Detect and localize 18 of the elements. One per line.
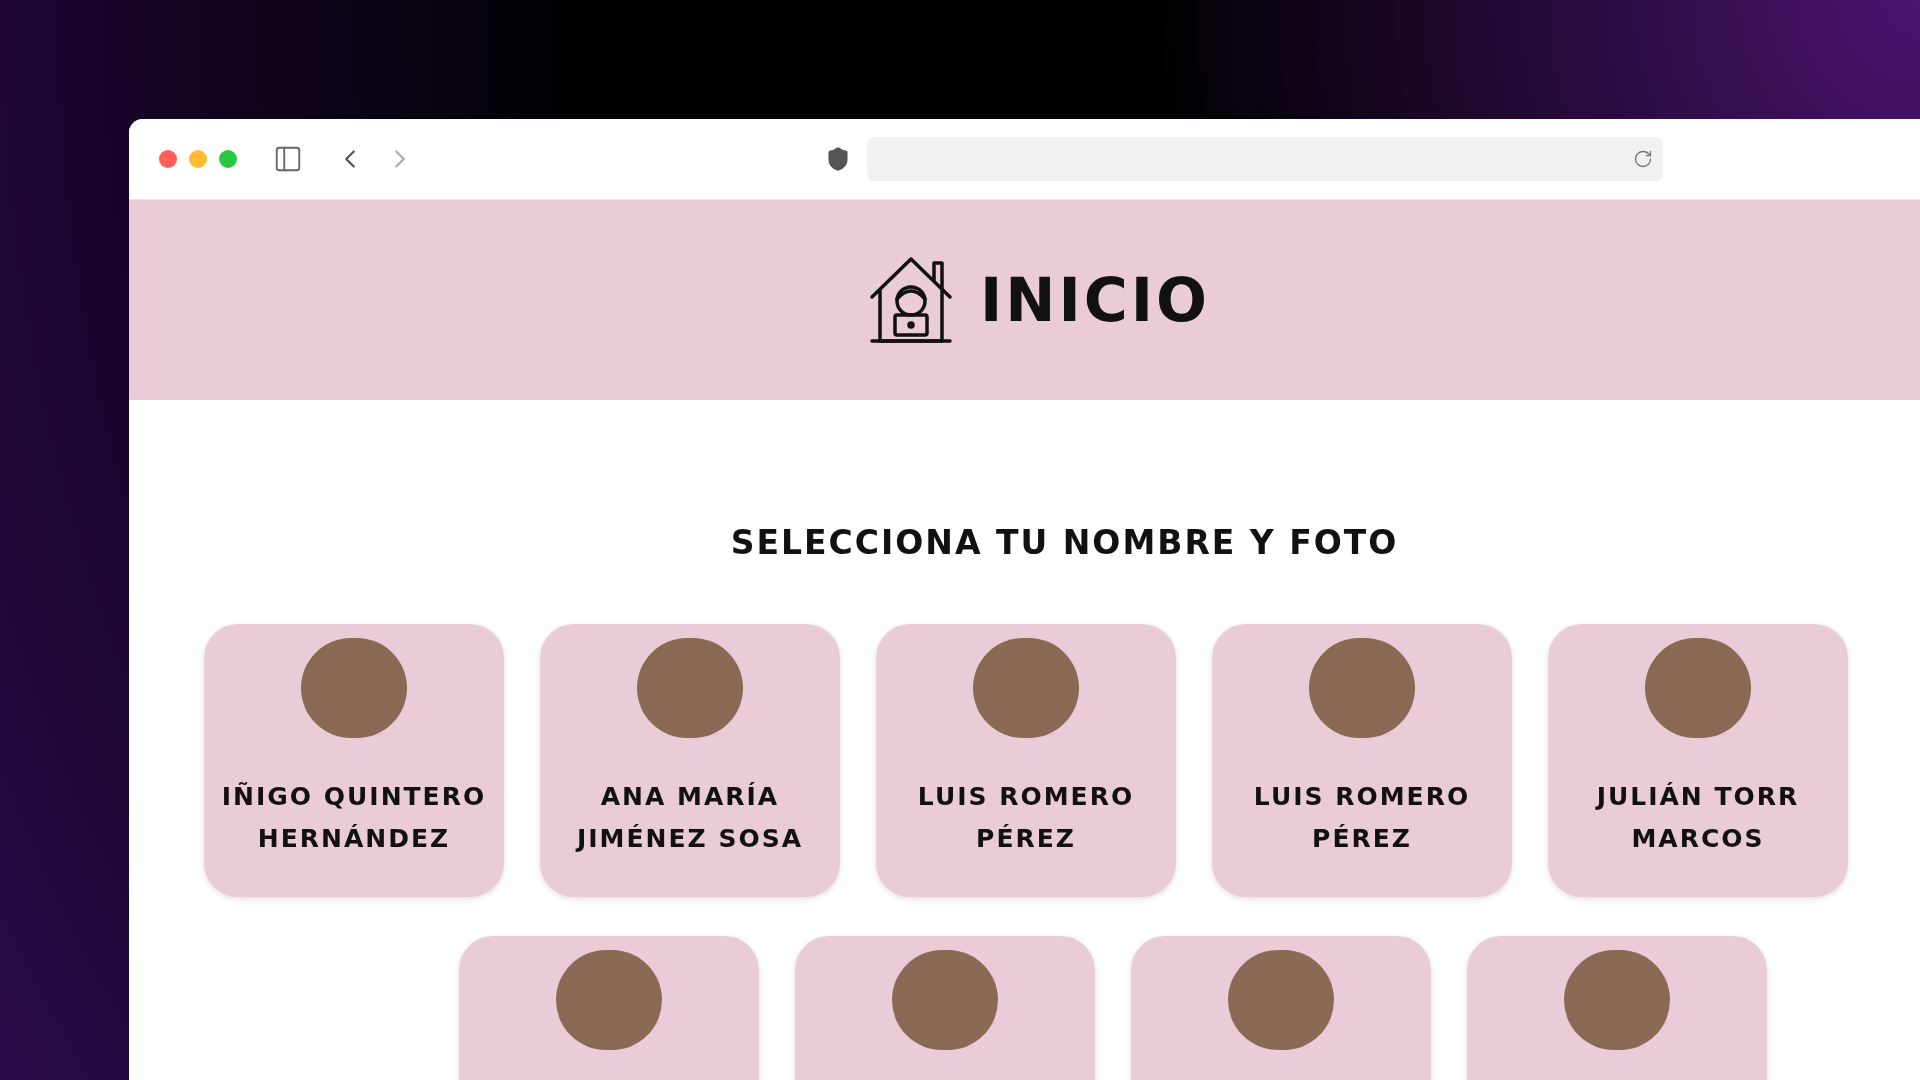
sidebar-toggle-icon[interactable] bbox=[273, 144, 303, 174]
student-name: LUIS ROMERO PÉREZ bbox=[1253, 780, 1471, 855]
minimize-window-button[interactable] bbox=[189, 150, 207, 168]
student-card[interactable]: LUIS ROMERO PÉREZ bbox=[876, 623, 1176, 897]
student-name: ANA MARÍA JIMÉNEZ SOSA bbox=[577, 780, 803, 855]
close-window-button[interactable] bbox=[159, 150, 177, 168]
maximize-window-button[interactable] bbox=[219, 150, 237, 168]
header-title: INICIO bbox=[979, 264, 1211, 337]
student-card[interactable]: ANA MARÍA JIMÉNEZ SOSA bbox=[540, 623, 840, 897]
student-name: JULIÁN TORR MARCOS bbox=[1596, 780, 1800, 855]
shield-icon[interactable] bbox=[825, 146, 851, 172]
student-card[interactable]: IÑIGO QUINTERO HERNÁNDEZ bbox=[204, 623, 504, 897]
student-card[interactable]: LUIS ROMERO PÉREZ bbox=[1212, 623, 1512, 897]
student-name: IÑIGO QUINTERO HERNÁNDEZ bbox=[221, 780, 487, 855]
page-heading: SELECCIONA TU NOMBRE Y FOTO bbox=[730, 522, 1399, 564]
reload-icon[interactable] bbox=[1633, 149, 1653, 169]
student-card[interactable]: JULIÁN TORR MARCOS bbox=[1548, 623, 1848, 897]
student-name: LUIS ROMERO PÉREZ bbox=[917, 780, 1135, 855]
